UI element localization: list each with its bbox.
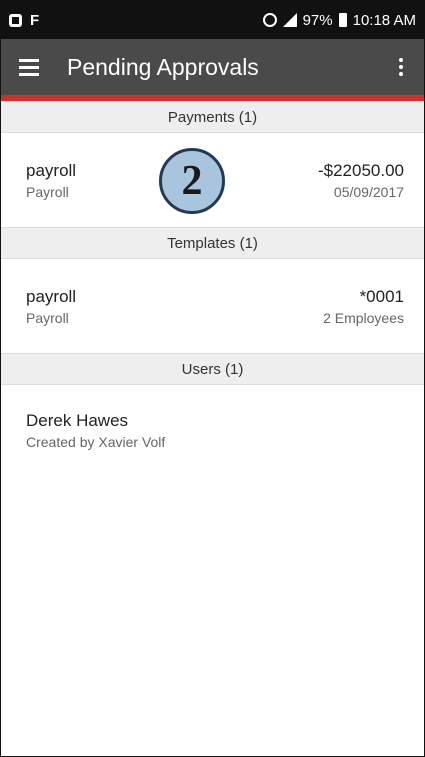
payment-amount: -$22050.00 — [317, 160, 404, 180]
signal-icon — [282, 13, 297, 27]
template-item-left: payroll Payroll — [26, 287, 76, 326]
section-header-payments: Payments (1) — [1, 101, 424, 133]
alarm-icon — [262, 13, 277, 27]
notification-square-icon — [9, 13, 22, 27]
template-code: *0001 — [359, 286, 404, 306]
payment-list-item[interactable]: payroll Payroll -$22050.00 05/09/2017 2 — [1, 133, 424, 227]
battery-icon — [338, 13, 347, 27]
page-title: Pending Approvals — [67, 53, 259, 80]
template-list-item[interactable]: payroll Payroll *0001 2 Employees — [1, 259, 424, 353]
app-bar: Pending Approvals — [1, 39, 424, 101]
status-right: 97% 10:18 AM — [262, 11, 416, 29]
status-left: F — [9, 12, 39, 29]
section-header-users: Users (1) — [1, 353, 424, 385]
template-item-right: *0001 2 Employees — [323, 287, 404, 326]
clock: 10:18 AM — [352, 11, 416, 29]
template-type: Payroll — [26, 309, 69, 326]
user-list-item[interactable]: Derek Hawes Created by Xavier Volf — [1, 385, 424, 476]
menu-icon[interactable] — [19, 58, 39, 76]
user-name: Derek Hawes — [26, 411, 129, 430]
phone-screen: F 97% 10:18 AM Pending Approvals Payment… — [0, 0, 425, 757]
user-created-by: Created by Xavier Volf — [26, 434, 166, 450]
payment-name: payroll — [26, 160, 77, 180]
battery-percent: 97% — [302, 11, 333, 29]
template-name: payroll — [26, 286, 77, 306]
template-employees: 2 Employees — [323, 309, 404, 326]
payment-item-left: payroll Payroll — [26, 161, 76, 200]
more-options-icon[interactable] — [396, 58, 406, 76]
section-header-templates: Templates (1) — [1, 227, 424, 259]
payment-item-right: -$22050.00 05/09/2017 — [318, 161, 404, 200]
payment-date: 05/09/2017 — [333, 183, 404, 200]
status-bar: F 97% 10:18 AM — [1, 1, 424, 39]
flipboard-icon: F — [30, 11, 40, 29]
payment-type: Payroll — [26, 183, 69, 200]
step-number-badge: 2 — [159, 148, 225, 214]
